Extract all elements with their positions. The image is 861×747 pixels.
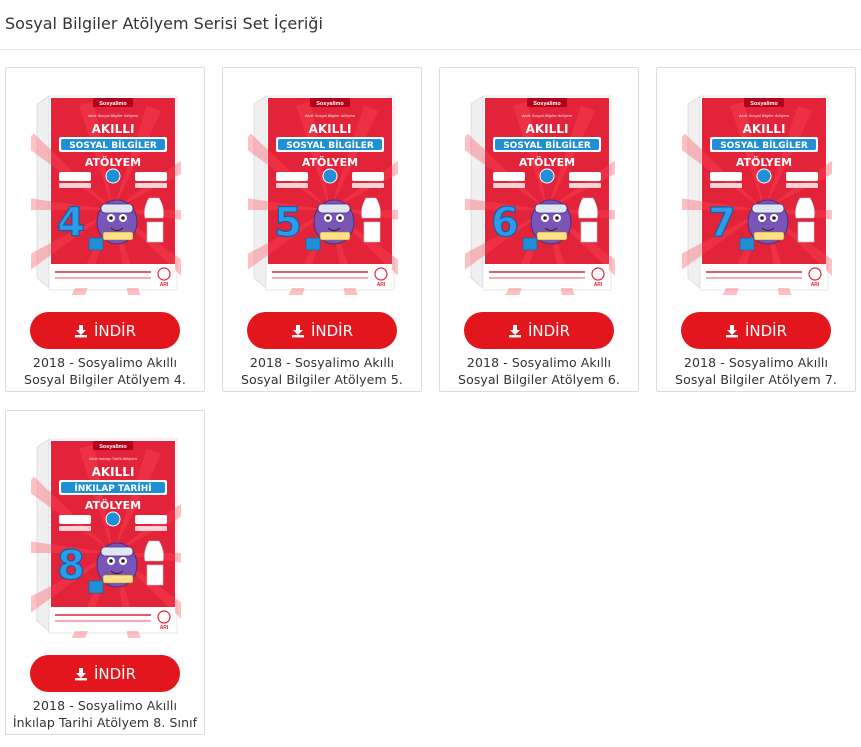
download-icon <box>74 667 87 680</box>
page-header: Sosyal Bilgiler Atölyem Serisi Set İçeri… <box>0 0 861 50</box>
cover-grade-number: 7 <box>708 200 736 246</box>
download-button[interactable]: İNDİR <box>30 312 180 349</box>
cover-line-1: AKILLI <box>743 122 786 136</box>
page-title: Sosyal Bilgiler Atölyem Serisi Set İçeri… <box>5 14 323 33</box>
cover-tagline: Akıllı İnkılap Tarihi Atölyem <box>88 456 137 461</box>
cover-brand: Sosyalimo <box>533 101 561 107</box>
book-title[interactable]: 2018 - Sosyalimo Akıllı Sosyal Bilgiler … <box>663 354 849 390</box>
book-cover: Sosyalimo Akıllı Sosyal Bilgiler Atölyem A… <box>31 95 181 295</box>
cover-line-1: AKILLI <box>526 122 569 136</box>
cover-publisher: ARI <box>594 282 603 288</box>
cover-line-1: AKILLI <box>92 122 135 136</box>
cover-publisher: ARI <box>377 282 386 288</box>
cover-line-2: SOSYAL BİLGİLER <box>69 140 157 151</box>
book-cover: Sosyalimo Akıllı Sosyal Bilgiler Atölyem A… <box>465 95 615 295</box>
download-icon <box>508 324 521 337</box>
cover-line-3: ATÖLYEM <box>85 155 141 169</box>
download-button[interactable]: İNDİR <box>681 312 831 349</box>
cover-line-2: İNKILAP TARİHİ <box>74 483 151 494</box>
download-icon <box>74 324 87 337</box>
download-label: İNDİR <box>93 664 137 683</box>
cover-line-1: AKILLI <box>92 465 135 479</box>
book-cover: Sosyalimo Akıllı Sosyal Bilgiler Atölyem A… <box>248 95 398 295</box>
cover-line-2: SOSYAL BİLGİLER <box>720 140 808 151</box>
download-label: İNDİR <box>744 321 788 340</box>
cover-tagline: Akıllı Sosyal Bilgiler Atölyem <box>521 113 573 118</box>
cover-tagline: Akıllı Sosyal Bilgiler Atölyem <box>304 113 356 118</box>
cover-line-1: AKILLI <box>309 122 352 136</box>
cover-grade-number: 5 <box>274 200 302 246</box>
cover-line-3: ATÖLYEM <box>736 155 792 169</box>
cover-line-3: ATÖLYEM <box>519 155 575 169</box>
book-cover: Sosyalimo Akıllı İnkılap Tarihi Atölyem AK… <box>31 438 181 638</box>
book-card: Sosyalimo Akıllı Sosyal Bilgiler Atölyem A… <box>222 67 422 392</box>
download-icon <box>725 324 738 337</box>
cover-brand: Sosyalimo <box>750 101 778 107</box>
download-label: İNDİR <box>527 321 571 340</box>
cover-tagline: Akıllı Sosyal Bilgiler Atölyem <box>87 113 139 118</box>
cover-brand: Sosyalimo <box>99 101 127 107</box>
download-label: İNDİR <box>310 321 354 340</box>
book-cover-link[interactable]: Sosyalimo Akıllı İnkılap Tarihi Atölyem AK… <box>6 411 204 649</box>
download-button[interactable]: İNDİR <box>30 655 180 692</box>
cover-line-2: SOSYAL BİLGİLER <box>503 140 591 151</box>
cover-grade-number: 6 <box>491 200 519 246</box>
download-button[interactable]: İNDİR <box>464 312 614 349</box>
download-icon <box>291 324 304 337</box>
book-cover-link[interactable]: Sosyalimo Akıllı Sosyal Bilgiler Atölyem A… <box>657 68 855 306</box>
cover-brand: Sosyalimo <box>99 444 127 450</box>
download-button[interactable]: İNDİR <box>247 312 397 349</box>
cover-publisher: ARI <box>160 625 169 631</box>
book-cover-link[interactable]: Sosyalimo Akıllı Sosyal Bilgiler Atölyem A… <box>6 68 204 306</box>
book-card: Sosyalimo Akıllı Sosyal Bilgiler Atölyem A… <box>656 67 856 392</box>
cover-publisher: ARI <box>811 282 820 288</box>
book-card: Sosyalimo Akıllı Sosyal Bilgiler Atölyem A… <box>5 67 205 392</box>
book-title[interactable]: 2018 - Sosyalimo Akıllı Sosyal Bilgiler … <box>229 354 415 390</box>
book-card: Sosyalimo Akıllı Sosyal Bilgiler Atölyem A… <box>439 67 639 392</box>
cover-publisher: ARI <box>160 282 169 288</box>
cover-grade-number: 4 <box>57 200 85 246</box>
book-title[interactable]: 2018 - Sosyalimo Akıllı Sosyal Bilgiler … <box>12 354 198 390</box>
book-cover-link[interactable]: Sosyalimo Akıllı Sosyal Bilgiler Atölyem A… <box>440 68 638 306</box>
book-title[interactable]: 2018 - Sosyalimo Akıllı İnkılap Tarihi A… <box>12 697 198 733</box>
cover-line-3: ATÖLYEM <box>302 155 358 169</box>
book-cover: Sosyalimo Akıllı Sosyal Bilgiler Atölyem A… <box>682 95 832 295</box>
book-cover-link[interactable]: Sosyalimo Akıllı Sosyal Bilgiler Atölyem A… <box>223 68 421 306</box>
book-title[interactable]: 2018 - Sosyalimo Akıllı Sosyal Bilgiler … <box>446 354 632 390</box>
book-card: Sosyalimo Akıllı İnkılap Tarihi Atölyem AK… <box>5 410 205 735</box>
cover-brand: Sosyalimo <box>316 101 344 107</box>
cover-line-2: SOSYAL BİLGİLER <box>286 140 374 151</box>
cover-grade-number: 8 <box>57 543 85 589</box>
cover-tagline: Akıllı Sosyal Bilgiler Atölyem <box>738 113 790 118</box>
download-label: İNDİR <box>93 321 137 340</box>
cover-line-3: ATÖLYEM <box>85 498 141 512</box>
